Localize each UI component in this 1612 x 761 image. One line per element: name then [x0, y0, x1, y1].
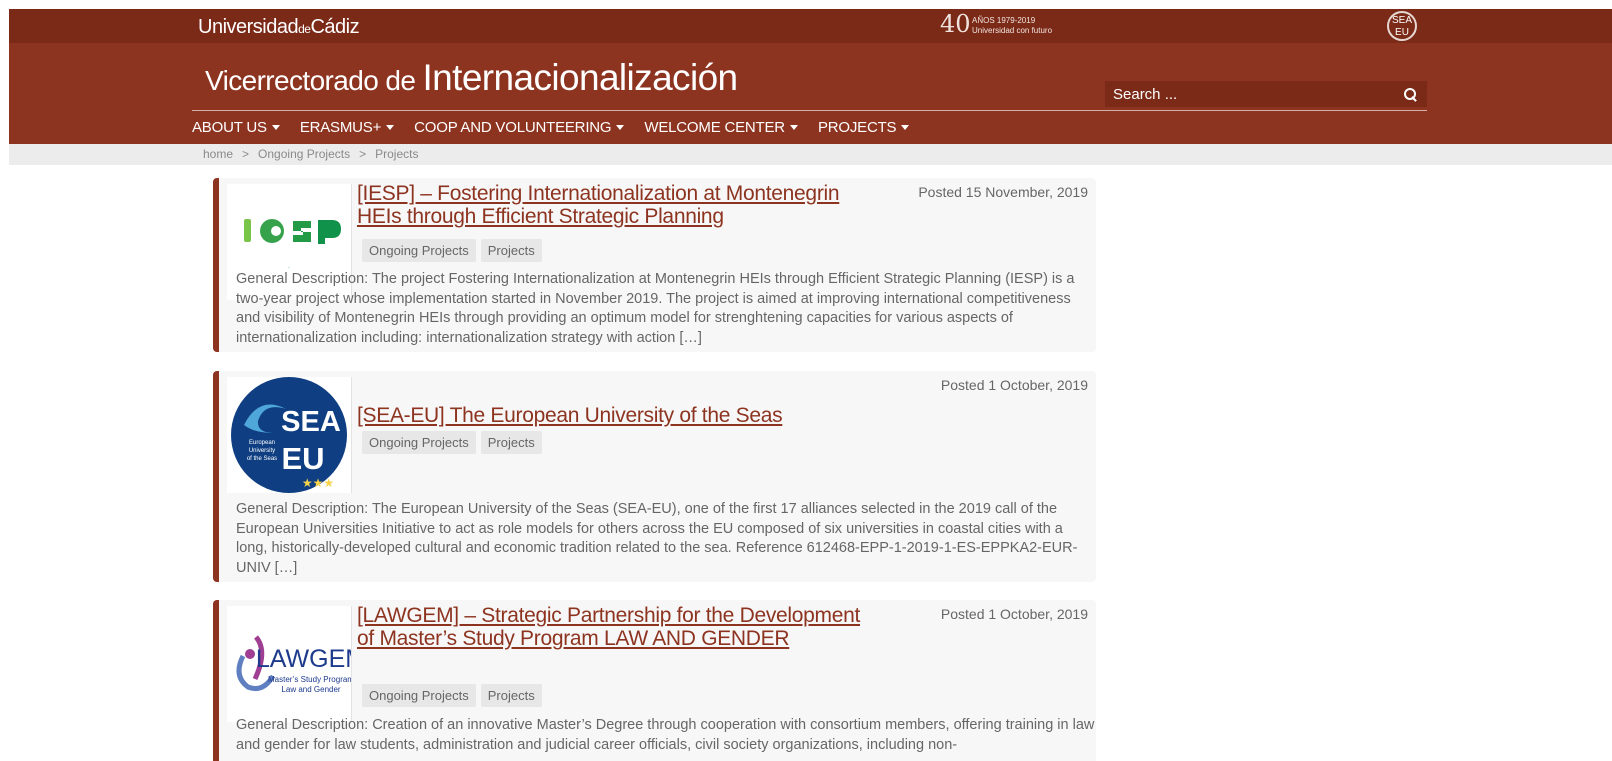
post-title-link[interactable]: [SEA-EU] The European University of the …	[357, 404, 857, 427]
nav-item-label: ERASMUS+	[299, 119, 382, 136]
tag-projects[interactable]: Projects	[480, 684, 542, 707]
post-title-link[interactable]: [IESP] – Fostering Internationalization …	[357, 182, 867, 228]
sea-eu-circle-logo-icon: SEA EU European University of the Seas ★…	[231, 377, 347, 493]
anniversary-text: AÑOS 1979-2019 Universidad con futuro	[972, 16, 1053, 35]
breadcrumb-projects: Projects	[375, 147, 419, 161]
university-logo-suffix: Cádiz	[310, 16, 360, 38]
lawgem-logo-icon: LAWGEM Master’s Study Program Law and Ge…	[236, 635, 352, 694]
post-card-iesp: IESP [IESP] – Fostering Internationaliza…	[213, 178, 1096, 352]
post-title-link[interactable]: [LAWGEM] – Strategic Partnership for the…	[357, 604, 867, 650]
post-date: Posted 1 October, 2019	[940, 606, 1088, 622]
breadcrumb-separator: >	[242, 147, 250, 161]
post-date: Posted 15 November, 2019	[918, 184, 1088, 200]
sea-eu-logo-caption: European	[249, 440, 275, 446]
nav-item-label: WELCOME CENTER	[644, 119, 785, 136]
chevron-down-icon	[386, 125, 395, 130]
nav-item-about-us[interactable]: ABOUT US	[192, 119, 280, 136]
post-description: General Description: Creation of an inno…	[236, 717, 1095, 753]
breadcrumb-separator: >	[359, 147, 367, 161]
post-tags: Ongoing Projects Projects	[362, 239, 542, 262]
search-box[interactable]: Search ...	[1105, 81, 1427, 107]
site-title[interactable]: Vicerrectorado de Internacionalización	[205, 57, 738, 99]
university-logo[interactable]: UniversidaddeCádiz	[198, 16, 360, 39]
tag-ongoing-projects[interactable]: Ongoing Projects	[362, 239, 476, 262]
chevron-down-icon	[271, 125, 280, 130]
sea-eu-logo-icon[interactable]: SEA EU	[1387, 11, 1417, 41]
post-tags: Ongoing Projects Projects	[362, 431, 542, 454]
tag-projects[interactable]: Projects	[480, 239, 542, 262]
svg-text:University: University	[249, 448, 275, 454]
university-logo-small: de	[298, 22, 311, 36]
stars-icon: ★★★	[302, 476, 334, 490]
tag-ongoing-projects[interactable]: Ongoing Projects	[362, 431, 476, 454]
breadcrumb-home[interactable]: home	[203, 147, 233, 161]
post-date: Posted 1 October, 2019	[940, 377, 1088, 393]
breadcrumb: home > Ongoing Projects > Projects	[203, 147, 418, 161]
site-title-small: Vicerrectorado de	[205, 65, 423, 96]
anniversary-number: 40	[940, 10, 971, 38]
page: UniversidaddeCádiz 40 AÑOS 1979-2019 Uni…	[0, 0, 1612, 761]
nav-item-label: ABOUT US	[192, 119, 267, 136]
svg-text:of the Seas: of the Seas	[247, 456, 277, 462]
nav-item-erasmus[interactable]: ERASMUS+	[299, 119, 395, 136]
university-logo-prefix: Universidad	[198, 16, 299, 38]
lawgem-logo[interactable]: LAWGEM Master’s Study Program Law and Ge…	[227, 606, 352, 722]
site-title-large: Internacionalización	[422, 57, 738, 98]
post-description: General Description: The European Univer…	[236, 501, 1078, 576]
nav-item-label: PROJECTS	[817, 119, 897, 136]
main-navigation: ABOUT US ERASMUS+ COOP AND VOLUNTEERING …	[192, 119, 929, 136]
tag-ongoing-projects[interactable]: Ongoing Projects	[362, 684, 476, 707]
sea-eu-logo-sea: SEA	[281, 406, 341, 438]
tag-projects[interactable]: Projects	[480, 431, 542, 454]
post-tags: Ongoing Projects Projects	[362, 684, 542, 707]
nav-item-welcome-center[interactable]: WELCOME CENTER	[644, 119, 798, 136]
chevron-down-icon	[901, 125, 910, 130]
post-card-sea-eu: SEA EU European University of the Seas ★…	[213, 371, 1096, 582]
lawgem-logo-text: LAWGEM	[256, 645, 352, 673]
chevron-down-icon	[616, 125, 625, 130]
lawgem-logo-caption: Master’s Study Program	[268, 675, 352, 684]
svg-text:Law and Gender: Law and Gender	[281, 685, 340, 694]
chevron-down-icon	[789, 125, 798, 130]
nav-item-projects[interactable]: PROJECTS	[817, 119, 910, 136]
sea-eu-logo[interactable]: SEA EU European University of the Seas ★…	[227, 377, 352, 493]
nav-item-coop-and-volunteering[interactable]: COOP AND VOLUNTEERING	[414, 119, 625, 136]
sea-eu-logo-eu: EU	[281, 441, 324, 476]
anniversary-logo: 40 AÑOS 1979-2019 Universidad con futuro	[940, 10, 1052, 38]
iesp-logo-text: IESP	[288, 267, 291, 269]
nav-item-label: COOP AND VOLUNTEERING	[414, 119, 612, 136]
post-card-lawgem: LAWGEM Master’s Study Program Law and Ge…	[213, 600, 1096, 761]
post-description: General Description: The project Fosteri…	[236, 271, 1075, 346]
breadcrumb-ongoing-projects[interactable]: Ongoing Projects	[258, 147, 350, 161]
search-placeholder: Search ...	[1113, 85, 1178, 103]
search-icon[interactable]	[1403, 87, 1417, 101]
header-divider	[192, 110, 1427, 111]
